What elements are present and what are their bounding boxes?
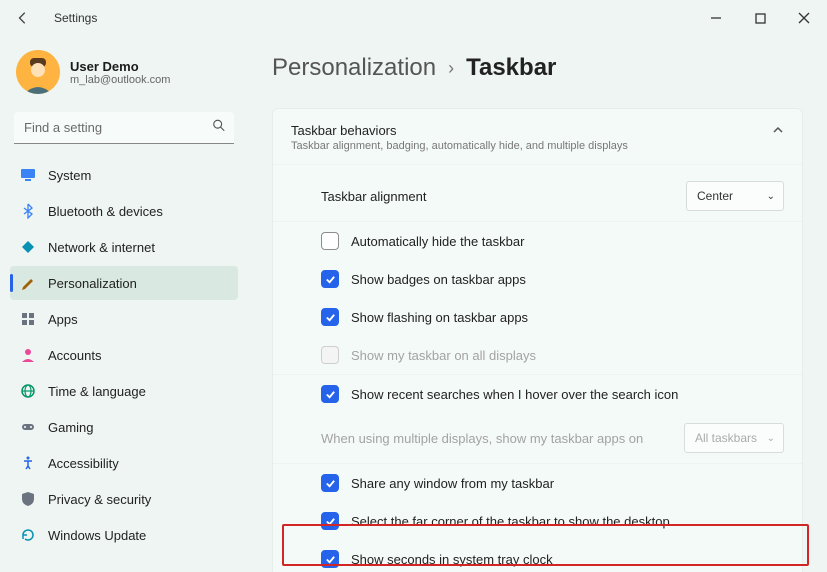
badges-row[interactable]: Show badges on taskbar apps — [273, 260, 802, 298]
taskbar-behaviors-expander[interactable]: Taskbar behaviors Taskbar alignment, bad… — [273, 109, 802, 165]
flashing-checkbox[interactable] — [321, 308, 339, 326]
all-displays-row: Show my taskbar on all displays — [273, 336, 802, 375]
recent-search-checkbox[interactable] — [321, 385, 339, 403]
chevron-up-icon — [772, 123, 784, 141]
apps-icon — [20, 311, 36, 327]
sidebar-item-privacy[interactable]: Privacy & security — [10, 482, 238, 516]
shield-icon — [20, 491, 36, 507]
wifi-icon — [20, 239, 36, 255]
sidebar-item-label: Apps — [48, 312, 78, 327]
back-button[interactable] — [14, 9, 32, 27]
highlight-box — [282, 524, 809, 566]
gamepad-icon — [20, 419, 36, 435]
share-row[interactable]: Share any window from my taskbar — [273, 464, 802, 502]
sidebar-item-label: Bluetooth & devices — [48, 204, 163, 219]
sidebar-item-time[interactable]: Time & language — [10, 374, 238, 408]
sidebar-item-label: Accessibility — [48, 456, 119, 471]
auto-hide-label: Automatically hide the taskbar — [351, 234, 784, 249]
maximize-button[interactable] — [751, 9, 769, 27]
sidebar-item-label: Network & internet — [48, 240, 155, 255]
chevron-right-icon: › — [448, 58, 454, 79]
user-email: m_lab@outlook.com — [70, 74, 170, 86]
badges-label: Show badges on taskbar apps — [351, 272, 784, 287]
sidebar-item-system[interactable]: System — [10, 158, 238, 192]
sidebar-item-label: Gaming — [48, 420, 94, 435]
multi-displays-row: When using multiple displays, show my ta… — [273, 413, 802, 464]
app-title: Settings — [54, 11, 97, 25]
share-label: Share any window from my taskbar — [351, 476, 784, 491]
sidebar-item-personalization[interactable]: Personalization — [10, 266, 238, 300]
sidebar-item-label: Accounts — [48, 348, 101, 363]
all-displays-label: Show my taskbar on all displays — [351, 348, 784, 363]
chevron-down-icon: ⌄ — [767, 191, 775, 202]
recent-search-row[interactable]: Show recent searches when I hover over t… — [273, 375, 802, 413]
sidebar-item-label: Windows Update — [48, 528, 146, 543]
flashing-label: Show flashing on taskbar apps — [351, 310, 784, 325]
sidebar-item-accessibility[interactable]: Accessibility — [10, 446, 238, 480]
chevron-down-icon: ⌄ — [767, 433, 775, 444]
sidebar-item-label: Privacy & security — [48, 492, 151, 507]
avatar — [16, 50, 60, 94]
recent-search-label: Show recent searches when I hover over t… — [351, 387, 784, 402]
multi-displays-label: When using multiple displays, show my ta… — [321, 431, 674, 446]
search-box — [14, 112, 234, 144]
auto-hide-checkbox[interactable] — [321, 232, 339, 250]
update-icon — [20, 527, 36, 543]
all-displays-checkbox — [321, 346, 339, 364]
panel-title: Taskbar behaviors — [291, 123, 628, 138]
sidebar-item-label: Personalization — [48, 276, 137, 291]
sidebar-item-label: System — [48, 168, 91, 183]
taskbar-alignment-select[interactable]: Center ⌄ — [686, 181, 784, 211]
breadcrumb-root[interactable]: Personalization — [272, 54, 436, 82]
bluetooth-icon — [20, 203, 36, 219]
search-icon — [212, 119, 226, 138]
badges-checkbox[interactable] — [321, 270, 339, 288]
search-input[interactable] — [14, 112, 234, 144]
breadcrumb-leaf: Taskbar — [466, 54, 556, 82]
sidebar-item-network[interactable]: Network & internet — [10, 230, 238, 264]
sidebar-item-gaming[interactable]: Gaming — [10, 410, 238, 444]
monitor-icon — [20, 167, 36, 183]
accounts-icon — [20, 347, 36, 363]
breadcrumb: Personalization › Taskbar — [272, 54, 803, 82]
minimize-button[interactable] — [707, 9, 725, 27]
taskbar-alignment-label: Taskbar alignment — [321, 189, 676, 204]
share-checkbox[interactable] — [321, 474, 339, 492]
sidebar-item-apps[interactable]: Apps — [10, 302, 238, 336]
multi-displays-select: All taskbars ⌄ — [684, 423, 784, 453]
brush-icon — [20, 275, 36, 291]
flashing-row[interactable]: Show flashing on taskbar apps — [273, 298, 802, 336]
globe-icon — [20, 383, 36, 399]
close-button[interactable] — [795, 9, 813, 27]
sidebar-item-label: Time & language — [48, 384, 146, 399]
sidebar-item-bluetooth[interactable]: Bluetooth & devices — [10, 194, 238, 228]
sidebar-item-update[interactable]: Windows Update — [10, 518, 238, 552]
sidebar-item-accounts[interactable]: Accounts — [10, 338, 238, 372]
user-name: User Demo — [70, 59, 170, 74]
auto-hide-row[interactable]: Automatically hide the taskbar — [273, 222, 802, 260]
panel-subtitle: Taskbar alignment, badging, automaticall… — [291, 140, 628, 152]
accessibility-icon — [20, 455, 36, 471]
user-block[interactable]: User Demo m_lab@outlook.com — [10, 36, 238, 112]
